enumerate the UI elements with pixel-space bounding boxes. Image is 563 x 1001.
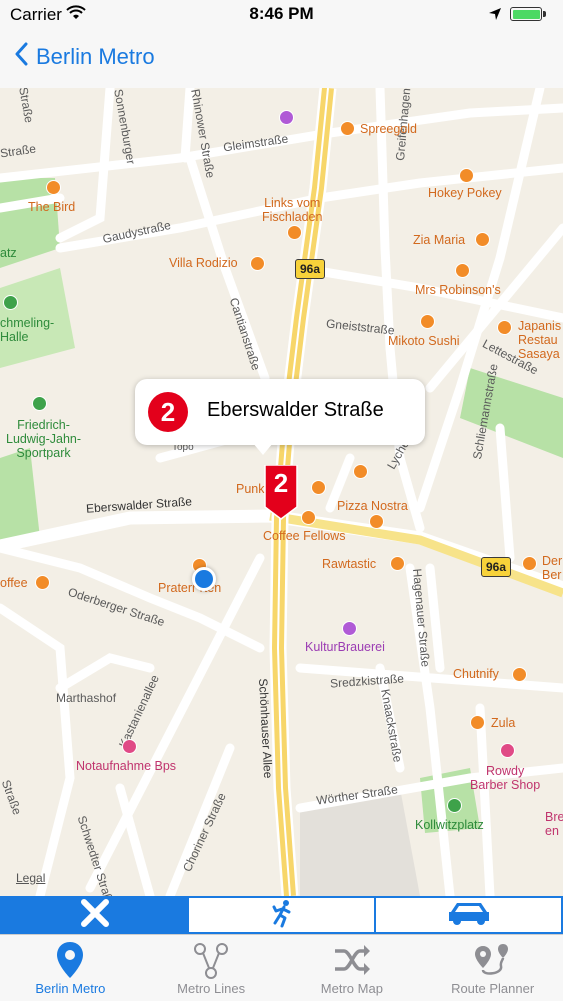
map-view[interactable]: Straße Sonnenburger Rhinower Straße Glei… (0, 88, 563, 896)
tab-metro-map[interactable]: Metro Map (282, 935, 423, 1001)
tab-label: Berlin Metro (35, 981, 106, 996)
navigation-bar: Berlin Metro (0, 30, 563, 89)
poi-label[interactable]: offee (0, 576, 28, 590)
route-shield: 96a (295, 259, 326, 279)
restaurant-icon (353, 464, 368, 479)
tab-label: Metro Lines (177, 981, 246, 996)
poi-label[interactable]: Villa Rodizio (169, 256, 238, 270)
restaurant-icon (455, 263, 470, 278)
poi-label[interactable]: Chutnify (453, 667, 499, 681)
salon-icon (500, 743, 515, 758)
tab-bar: Berlin Metro Metro Lines Metro Map Route… (0, 934, 563, 1001)
poi-label[interactable]: The Bird (28, 200, 75, 214)
tab-label: Metro Map (320, 981, 383, 996)
poi-label[interactable]: Rowdy Barber Shop (470, 764, 540, 792)
poi-label[interactable]: Pizza Nostra (337, 499, 408, 513)
back-label: Berlin Metro (36, 43, 155, 69)
transport-mode-selector (0, 896, 563, 934)
poi-label[interactable]: Mrs Robinson's (415, 283, 501, 297)
station-marker-number: 2 (273, 468, 289, 498)
back-button[interactable]: Berlin Metro (14, 42, 155, 71)
poi-label[interactable]: chmeling- Halle (0, 316, 54, 344)
clock: 8:46 PM (249, 4, 314, 23)
music-icon (342, 621, 357, 636)
restaurant-icon (369, 514, 384, 529)
callout-tail (253, 443, 273, 455)
tab-route-planner[interactable]: Route Planner (422, 935, 563, 1001)
restaurant-icon (459, 168, 474, 183)
car-mode-button[interactable] (374, 898, 561, 932)
car-icon (447, 899, 491, 932)
status-bar: Carrier 8:46 PM (0, 0, 563, 30)
route-shield: 96a (481, 557, 512, 577)
poi-label[interactable]: Links vom Fischladen (262, 196, 322, 224)
shop-icon (279, 110, 294, 125)
coffee-icon (35, 575, 50, 590)
chevron-left-icon (14, 42, 28, 71)
route-icon (473, 939, 513, 981)
poi-label[interactable]: Coffee Fellows (263, 529, 345, 543)
battery-icon (510, 7, 542, 21)
poi-label[interactable]: Bre en (545, 810, 563, 838)
shuffle-icon (332, 939, 372, 981)
battery-tip (543, 11, 546, 17)
walking-icon (267, 898, 297, 933)
stadium-icon (32, 396, 47, 411)
tab-berlin-metro[interactable]: Berlin Metro (0, 935, 141, 1001)
poi-label[interactable]: Zia Maria (413, 233, 465, 247)
poi-label[interactable]: Rawtastic (322, 557, 376, 571)
restaurant-icon (522, 556, 537, 571)
poi-label[interactable]: Hokey Pokey (428, 186, 502, 200)
restaurant-icon (46, 180, 61, 195)
coffee-icon (301, 510, 316, 525)
park-icon (447, 798, 462, 813)
line-badge: 2 (148, 392, 188, 432)
coffee-icon (311, 480, 326, 495)
restaurant-icon (497, 320, 512, 335)
hospital-icon (122, 739, 137, 754)
restaurant-icon (420, 314, 435, 329)
station-marker[interactable]: 2 (263, 465, 299, 521)
station-name: Eberswalder Straße (207, 399, 384, 421)
walking-mode-button[interactable] (187, 898, 374, 932)
poi-label[interactable]: Der Ber (542, 554, 562, 582)
street-label: Marthashof (56, 691, 117, 705)
close-icon (79, 897, 111, 934)
restaurant-icon (287, 225, 302, 240)
poi-label[interactable]: Mikoto Sushi (388, 334, 460, 348)
poi-label[interactable]: KulturBrauerei (305, 640, 385, 654)
poi-label[interactable]: atz (0, 246, 17, 260)
poi-label[interactable]: Friedrich- Ludwig-Jahn- Sportpark (6, 418, 81, 460)
user-location-dot (192, 567, 216, 591)
ice-cream-icon (475, 232, 490, 247)
restaurant-icon (250, 256, 265, 271)
poi-label[interactable]: Zula (491, 716, 515, 730)
poi-label[interactable]: Spreegold (360, 122, 417, 136)
restaurant-icon (512, 667, 527, 682)
network-icon (191, 939, 231, 981)
restaurant-icon (470, 715, 485, 730)
poi-label[interactable]: Japanis Restau Sasaya (518, 319, 561, 361)
poi-label[interactable]: Kollwitzplatz (415, 818, 484, 832)
station-callout[interactable]: 2 Eberswalder Straße (135, 379, 425, 455)
legal-link[interactable]: Legal (16, 871, 45, 885)
restaurant-icon (340, 121, 355, 136)
close-route-button[interactable] (2, 898, 187, 932)
tab-metro-lines[interactable]: Metro Lines (141, 935, 282, 1001)
poi-label[interactable]: Notaufnahme Bps (76, 759, 176, 773)
restaurant-icon (390, 556, 405, 571)
map-pin-icon (54, 939, 86, 981)
location-arrow-icon (488, 7, 502, 26)
tab-label: Route Planner (451, 981, 535, 996)
stadium-icon (3, 295, 18, 310)
